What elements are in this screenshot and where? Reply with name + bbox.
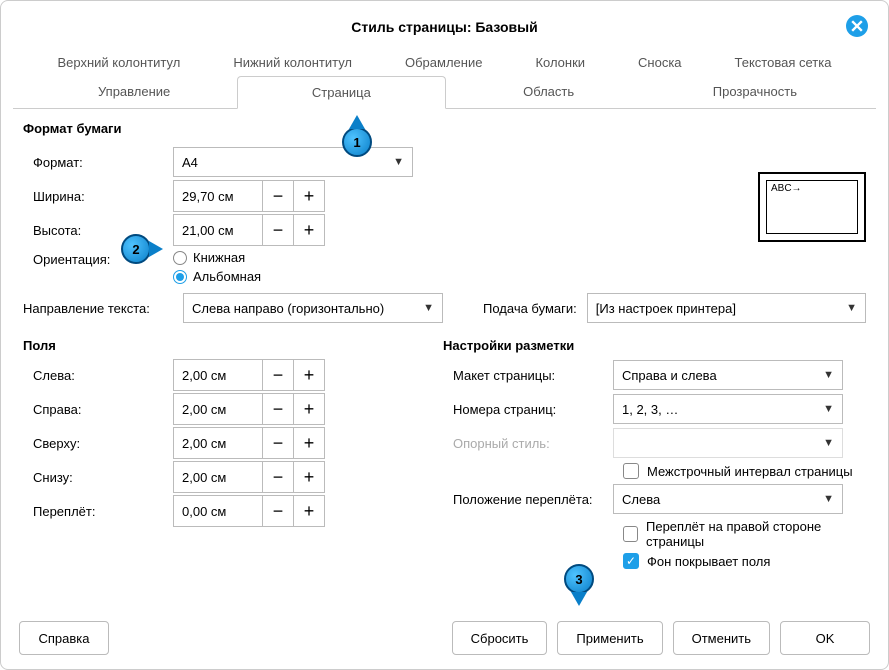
- label-gutter-position: Положение переплёта:: [443, 492, 603, 507]
- checkbox-background-covers[interactable]: [623, 553, 639, 569]
- tabs-row-upper: Верхний колонтитул Нижний колонтитул Обр…: [13, 45, 876, 76]
- gutter-input[interactable]: [173, 495, 263, 527]
- section-margins: Поля: [23, 338, 423, 353]
- chevron-down-icon: ▼: [846, 302, 857, 314]
- radio-landscape-label: Альбомная: [193, 269, 261, 284]
- ok-button[interactable]: OK: [780, 621, 870, 655]
- tab-manage[interactable]: Управление: [31, 76, 237, 108]
- close-button[interactable]: [846, 15, 868, 37]
- page-layout-value: Справа и слева: [622, 368, 717, 383]
- mt-inc[interactable]: +: [293, 427, 325, 459]
- tab-area[interactable]: Область: [446, 76, 652, 108]
- checkbox-register-true[interactable]: [623, 463, 639, 479]
- paper-format-row: Формат: A4 ▼ Ширина: − + Высота:: [23, 144, 866, 288]
- tab-columns[interactable]: Колонки: [523, 49, 597, 76]
- page-numbers-value: 1, 2, 3, …: [622, 402, 678, 417]
- ref-style-select: ▼: [613, 428, 843, 458]
- label-margin-right: Справа:: [23, 402, 163, 417]
- mb-inc[interactable]: +: [293, 461, 325, 493]
- apply-button[interactable]: Применить: [557, 621, 662, 655]
- label-margin-top: Сверху:: [23, 436, 163, 451]
- width-input[interactable]: [173, 180, 263, 212]
- label-register-true: Межстрочный интервал страницы: [647, 464, 853, 479]
- label-width: Ширина:: [23, 189, 163, 204]
- paper-tray-value: [Из настроек принтера]: [596, 301, 736, 316]
- callout-2: 2: [121, 234, 151, 264]
- radio-portrait[interactable]: Книжная: [173, 248, 261, 267]
- page-numbers-select[interactable]: 1, 2, 3, … ▼: [613, 394, 843, 424]
- label-gutter: Переплёт:: [23, 504, 163, 519]
- format-value: A4: [182, 155, 198, 170]
- reset-button[interactable]: Сбросить: [452, 621, 548, 655]
- ml-dec[interactable]: −: [262, 359, 294, 391]
- chevron-down-icon: ▼: [393, 156, 404, 168]
- page-preview: ABC→: [758, 172, 866, 242]
- close-icon: [851, 20, 863, 32]
- margin-top-input[interactable]: [173, 427, 263, 459]
- checkbox-gutter-right[interactable]: [623, 526, 638, 542]
- tab-border[interactable]: Обрамление: [393, 49, 494, 76]
- help-button[interactable]: Справка: [19, 621, 109, 655]
- label-background-covers: Фон покрывает поля: [647, 554, 770, 569]
- label-format: Формат:: [23, 155, 163, 170]
- mg-dec[interactable]: −: [262, 495, 294, 527]
- label-margin-left: Слева:: [23, 368, 163, 383]
- chevron-down-icon: ▼: [423, 302, 434, 314]
- section-paper-format: Формат бумаги: [23, 121, 866, 136]
- chevron-down-icon: ▼: [823, 369, 834, 381]
- gutter-position-select[interactable]: Слева ▼: [613, 484, 843, 514]
- dialog-title: Стиль страницы: Базовый: [351, 19, 537, 35]
- label-margin-bottom: Снизу:: [23, 470, 163, 485]
- mr-dec[interactable]: −: [262, 393, 294, 425]
- radio-portrait-label: Книжная: [193, 250, 245, 265]
- chevron-down-icon: ▼: [823, 437, 834, 449]
- mg-inc[interactable]: +: [293, 495, 325, 527]
- page-style-dialog: Стиль страницы: Базовый Верхний колонтит…: [0, 0, 889, 670]
- margin-right-input[interactable]: [173, 393, 263, 425]
- dialog-body: Формат бумаги Формат: A4 ▼ Ширина: − +: [13, 109, 876, 581]
- margin-bottom-input[interactable]: [173, 461, 263, 493]
- label-page-numbers: Номера страниц:: [443, 402, 603, 417]
- height-increment[interactable]: +: [293, 214, 325, 246]
- label-text-direction: Направление текста:: [23, 301, 173, 316]
- section-layout-settings: Настройки разметки: [443, 338, 866, 353]
- mr-inc[interactable]: +: [293, 393, 325, 425]
- mt-dec[interactable]: −: [262, 427, 294, 459]
- tab-header[interactable]: Верхний колонтитул: [45, 49, 192, 76]
- dialog-footer: Справка Сбросить Применить Отменить OK: [19, 621, 870, 655]
- text-direction-value: Слева направо (горизонтально): [192, 301, 384, 316]
- label-paper-tray: Подача бумаги:: [483, 301, 577, 316]
- height-input[interactable]: [173, 214, 263, 246]
- width-increment[interactable]: +: [293, 180, 325, 212]
- cancel-button[interactable]: Отменить: [673, 621, 770, 655]
- radio-icon: [173, 270, 187, 284]
- titlebar: Стиль страницы: Базовый: [13, 13, 876, 45]
- paper-tray-select[interactable]: [Из настроек принтера] ▼: [587, 293, 866, 323]
- tab-footnote[interactable]: Сноска: [626, 49, 694, 76]
- tab-textgrid[interactable]: Текстовая сетка: [723, 49, 844, 76]
- label-page-layout: Макет страницы:: [443, 368, 603, 383]
- height-decrement[interactable]: −: [262, 214, 294, 246]
- text-direction-select[interactable]: Слева направо (горизонтально) ▼: [183, 293, 443, 323]
- margin-left-input[interactable]: [173, 359, 263, 391]
- tabs-row-lower: Управление Страница Область Прозрачность: [13, 76, 876, 109]
- mb-dec[interactable]: −: [262, 461, 294, 493]
- callout-3: 3: [564, 564, 594, 594]
- format-select[interactable]: A4 ▼: [173, 147, 413, 177]
- tab-page[interactable]: Страница: [237, 76, 445, 109]
- label-gutter-right: Переплёт на правой стороне страницы: [646, 519, 866, 549]
- label-ref-style: Опорный стиль:: [443, 436, 603, 451]
- chevron-down-icon: ▼: [823, 493, 834, 505]
- chevron-down-icon: ▼: [823, 403, 834, 415]
- tab-transparency[interactable]: Прозрачность: [652, 76, 858, 108]
- preview-text: ABC→: [766, 180, 858, 234]
- gutter-position-value: Слева: [622, 492, 660, 507]
- callout-1: 1: [342, 127, 372, 157]
- page-layout-select[interactable]: Справа и слева ▼: [613, 360, 843, 390]
- tab-footer[interactable]: Нижний колонтитул: [221, 49, 364, 76]
- radio-icon: [173, 251, 187, 265]
- ml-inc[interactable]: +: [293, 359, 325, 391]
- radio-landscape[interactable]: Альбомная: [173, 267, 261, 286]
- width-decrement[interactable]: −: [262, 180, 294, 212]
